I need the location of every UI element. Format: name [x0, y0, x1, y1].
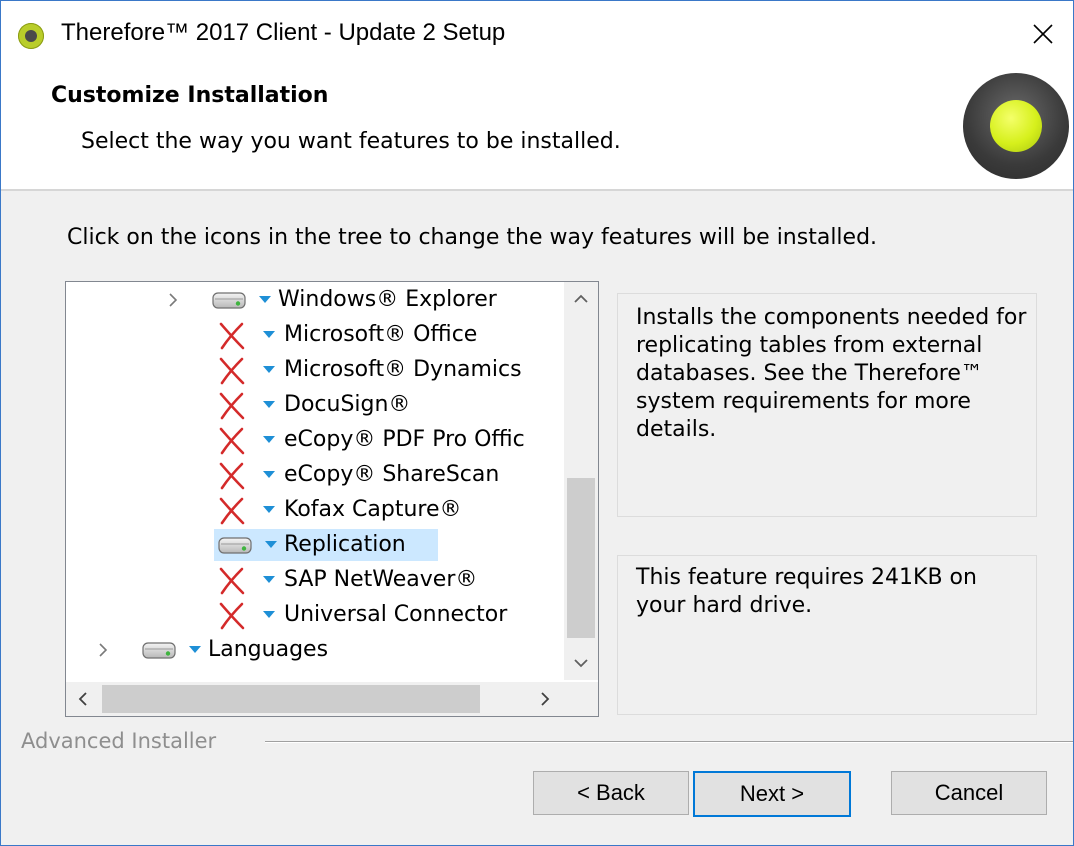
- scroll-left-arrow[interactable]: [66, 682, 100, 716]
- dialog-header: Customize Installation Select the way yo…: [1, 67, 1073, 191]
- chevron-up-icon: [574, 294, 588, 303]
- expand-chevron-icon[interactable]: [94, 633, 112, 667]
- red-x-icon[interactable]: [218, 426, 246, 455]
- installer-branding: Advanced Installer: [21, 729, 217, 753]
- install-state-dropdown-icon[interactable]: [262, 318, 276, 352]
- install-state-dropdown-icon[interactable]: [262, 388, 276, 422]
- scroll-up-arrow[interactable]: [564, 282, 598, 316]
- cancel-button[interactable]: Cancel: [891, 771, 1047, 815]
- vertical-scroll-thumb[interactable]: [567, 478, 595, 638]
- tree-item[interactable]: Universal Connector: [66, 598, 560, 632]
- tree-item[interactable]: Windows® Explorer: [66, 283, 560, 317]
- close-button[interactable]: [1013, 1, 1073, 67]
- feature-description-box: Installs the components needed for repli…: [617, 293, 1037, 517]
- therefore-logo-icon: [963, 73, 1069, 179]
- install-state-dropdown-icon[interactable]: [262, 493, 276, 527]
- tree-item-label: Microsoft® Office: [284, 322, 478, 347]
- tree-item-label: SAP NetWeaver®: [284, 567, 478, 592]
- feature-requirement-box: This feature requires 241KB on your hard…: [617, 555, 1037, 715]
- tree-item-label: Replication: [284, 532, 406, 557]
- tree-item-label: DocuSign®: [284, 392, 411, 417]
- setup-window: Therefore™ 2017 Client - Update 2 Setup …: [0, 0, 1074, 846]
- red-x-icon[interactable]: [218, 496, 246, 525]
- instruction-text: Click on the icons in the tree to change…: [67, 225, 878, 250]
- chevron-down-icon: [574, 659, 588, 668]
- tree-item[interactable]: Kofax Capture®: [66, 493, 560, 527]
- page-title: Customize Installation: [51, 83, 329, 108]
- tree-item-label: eCopy® ShareScan: [284, 462, 500, 487]
- hard-drive-icon[interactable]: [142, 636, 176, 664]
- tree-item[interactable]: Languages: [66, 633, 560, 667]
- tree-item-label: Windows® Explorer: [278, 287, 497, 312]
- back-button[interactable]: < Back: [533, 771, 689, 815]
- app-icon: [18, 23, 44, 49]
- tree-item[interactable]: eCopy® PDF Pro Offic: [66, 423, 560, 457]
- close-icon: [1033, 24, 1053, 44]
- feature-requirement: This feature requires 241KB on your hard…: [636, 565, 977, 618]
- tree-item-label: Universal Connector: [284, 602, 508, 627]
- scrollbar-corner: [564, 682, 598, 716]
- install-state-dropdown-icon[interactable]: [264, 528, 278, 562]
- scroll-down-arrow[interactable]: [564, 646, 598, 680]
- install-state-dropdown-icon[interactable]: [262, 458, 276, 492]
- tree-item-label: Microsoft® Dynamics: [284, 357, 522, 382]
- install-state-dropdown-icon[interactable]: [188, 633, 202, 667]
- install-state-dropdown-icon[interactable]: [262, 598, 276, 632]
- feature-description: Installs the components needed for repli…: [636, 305, 1027, 442]
- red-x-icon[interactable]: [218, 461, 246, 490]
- scroll-right-arrow[interactable]: [528, 682, 562, 716]
- install-state-dropdown-icon[interactable]: [262, 563, 276, 597]
- tree-item[interactable]: DocuSign®: [66, 388, 560, 422]
- feature-tree[interactable]: Windows® Explorer Microsoft® Office Micros…: [65, 281, 599, 717]
- next-button[interactable]: Next >: [693, 771, 851, 817]
- tree-item[interactable]: Microsoft® Dynamics: [66, 353, 560, 387]
- tree-item[interactable]: Microsoft® Office: [66, 318, 560, 352]
- red-x-icon[interactable]: [218, 356, 246, 385]
- page-subtitle: Select the way you want features to be i…: [81, 129, 621, 154]
- install-state-dropdown-icon[interactable]: [262, 423, 276, 457]
- tree-item[interactable]: SAP NetWeaver®: [66, 563, 560, 597]
- tree-item-label: eCopy® PDF Pro Offic: [284, 427, 525, 452]
- window-title: Therefore™ 2017 Client - Update 2 Setup: [61, 19, 506, 46]
- red-x-icon[interactable]: [218, 566, 246, 595]
- horizontal-scrollbar[interactable]: [66, 682, 598, 716]
- install-state-dropdown-icon[interactable]: [258, 283, 272, 317]
- horizontal-scroll-thumb[interactable]: [102, 685, 480, 713]
- hard-drive-icon[interactable]: [212, 286, 246, 314]
- chevron-left-icon: [78, 692, 87, 706]
- hard-drive-icon[interactable]: [218, 531, 252, 559]
- tree-item-label: Languages: [208, 637, 329, 662]
- vertical-scrollbar[interactable]: [564, 282, 598, 680]
- red-x-icon[interactable]: [218, 601, 246, 630]
- tree-item-label: Kofax Capture®: [284, 497, 462, 522]
- expand-chevron-icon[interactable]: [164, 283, 182, 317]
- install-state-dropdown-icon[interactable]: [262, 353, 276, 387]
- tree-item[interactable]: Replication: [66, 528, 560, 562]
- chevron-right-icon: [541, 692, 550, 706]
- title-bar: Therefore™ 2017 Client - Update 2 Setup: [1, 1, 1073, 67]
- branding-divider: [265, 741, 1073, 743]
- tree-item[interactable]: eCopy® ShareScan: [66, 458, 560, 492]
- red-x-icon[interactable]: [218, 321, 246, 350]
- red-x-icon[interactable]: [218, 391, 246, 420]
